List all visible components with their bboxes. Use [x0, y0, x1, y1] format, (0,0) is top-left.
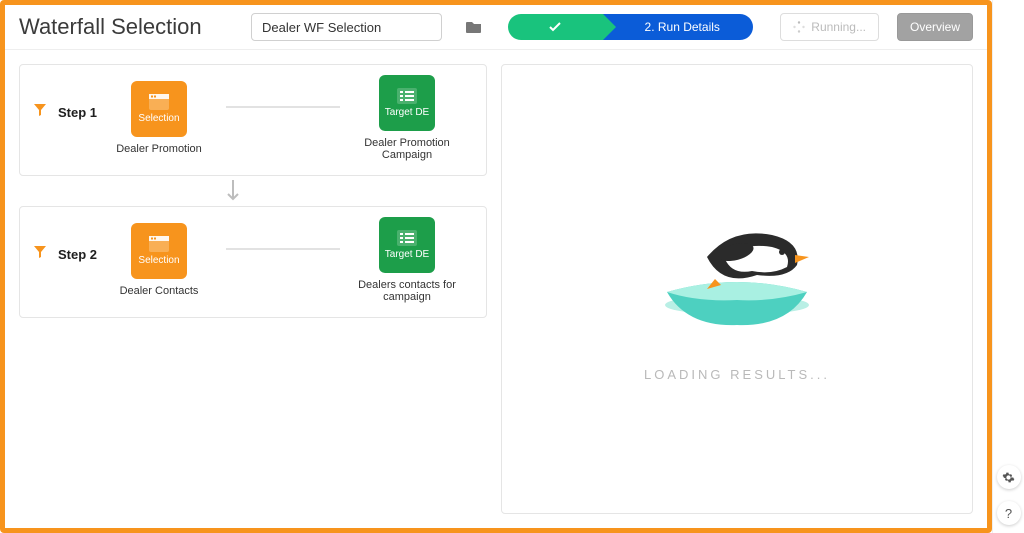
step-label: Step 2	[58, 247, 97, 262]
list-icon	[397, 230, 417, 246]
penguin-illustration	[637, 197, 837, 337]
progress-step-complete[interactable]	[508, 14, 603, 40]
running-button: Running...	[780, 13, 879, 41]
overview-button[interactable]: Overview	[897, 13, 973, 41]
step-card[interactable]: Step 1 Selection Dealer Promotion	[19, 64, 487, 176]
progress-step-label: 2. Run Details	[645, 20, 720, 34]
dropdown-label: Dealer WF Selection	[252, 20, 441, 35]
target-node[interactable]: Target DE Dealer Promotion Campaign	[342, 75, 472, 161]
connector-line	[226, 106, 340, 108]
check-icon	[548, 20, 562, 34]
node-caption: Selection	[138, 255, 179, 266]
node-title: Dealer Promotion Campaign	[342, 137, 472, 161]
steps-panel: Step 1 Selection Dealer Promotion	[19, 64, 487, 514]
running-label: Running...	[811, 20, 866, 34]
window-icon	[149, 94, 169, 110]
filter-icon	[34, 103, 46, 121]
connector-line	[226, 248, 340, 250]
selection-node[interactable]: Selection Dealer Promotion	[94, 81, 224, 155]
node-caption: Target DE	[385, 249, 429, 260]
results-panel: LOADING RESULTS...	[501, 64, 973, 514]
filter-icon	[34, 245, 46, 263]
node-caption: Selection	[138, 113, 179, 124]
gear-icon[interactable]	[997, 465, 1021, 489]
node-title: Dealer Contacts	[120, 285, 199, 297]
node-title: Dealers contacts for campaign	[342, 279, 472, 303]
selection-node[interactable]: Selection Dealer Contacts	[94, 223, 224, 297]
page-title: Waterfall Selection	[19, 14, 239, 40]
node-title: Dealer Promotion	[116, 143, 202, 155]
list-icon	[397, 88, 417, 104]
help-icon[interactable]: ?	[997, 501, 1021, 525]
progress-steps: 2. Run Details	[508, 14, 753, 40]
window-icon	[149, 236, 169, 252]
step-label: Step 1	[58, 105, 97, 120]
node-caption: Target DE	[385, 107, 429, 118]
right-sidebar: ?	[992, 0, 1024, 533]
selection-dropdown[interactable]: Dealer WF Selection	[251, 13, 442, 41]
loading-text: LOADING RESULTS...	[644, 367, 830, 382]
step-card[interactable]: Step 2 Selection Dealer Contacts	[19, 206, 487, 318]
overview-label: Overview	[910, 20, 960, 34]
page-header: Waterfall Selection Dealer WF Selection …	[5, 5, 987, 50]
progress-step-current[interactable]: 2. Run Details	[603, 14, 753, 40]
target-node[interactable]: Target DE Dealers contacts for campaign	[342, 217, 472, 303]
folder-icon[interactable]	[460, 13, 488, 41]
arrow-down-icon	[0, 176, 467, 206]
spinner-icon	[793, 21, 805, 33]
